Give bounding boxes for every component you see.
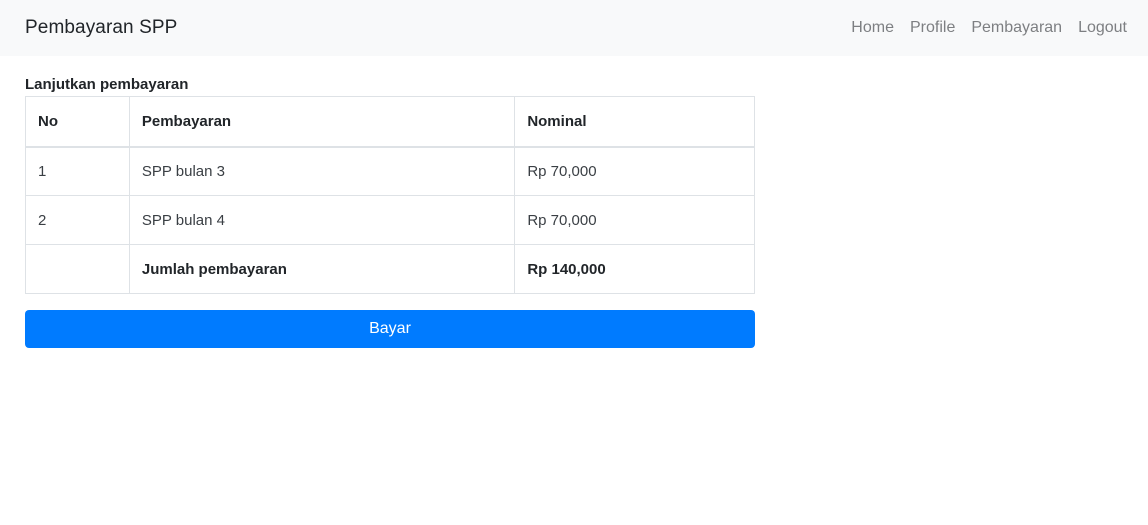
nav-link-profile[interactable]: Profile — [910, 19, 955, 37]
nav-link-home[interactable]: Home — [851, 19, 894, 37]
main-content: Lanjutkan pembayaran No Pembayaran Nomin… — [0, 56, 1148, 348]
cell-nominal: Rp 70,000 — [514, 146, 755, 196]
cell-pembayaran: SPP bulan 4 — [128, 195, 516, 245]
nav-link-pembayaran[interactable]: Pembayaran — [971, 19, 1062, 37]
pay-button[interactable]: Bayar — [25, 310, 755, 348]
cell-total-amount: Rp 140,000 — [514, 244, 755, 294]
cell-nominal: Rp 70,000 — [514, 195, 755, 245]
nav-link-logout[interactable]: Logout — [1078, 19, 1127, 37]
cell-no: 1 — [25, 146, 130, 196]
page-title: Lanjutkan pembayaran — [25, 76, 189, 93]
table-total-row: Jumlah pembayaran Rp 140,000 — [25, 244, 755, 294]
column-header-nominal: Nominal — [514, 96, 755, 148]
payment-table: No Pembayaran Nominal 1 SPP bulan 3 Rp 7… — [25, 96, 755, 294]
navbar: Pembayaran SPP Home Profile Pembayaran L… — [0, 0, 1148, 56]
cell-total-label: Jumlah pembayaran — [128, 244, 516, 294]
cell-total-no — [25, 244, 130, 294]
table-row: 1 SPP bulan 3 Rp 70,000 — [25, 146, 755, 196]
column-header-no: No — [25, 96, 130, 148]
table-header-row: No Pembayaran Nominal — [25, 96, 755, 148]
cell-no: 2 — [25, 195, 130, 245]
column-header-pembayaran: Pembayaran — [128, 96, 516, 148]
navbar-brand[interactable]: Pembayaran SPP — [25, 17, 177, 39]
nav-links: Home Profile Pembayaran Logout — [851, 19, 1127, 37]
cell-pembayaran: SPP bulan 3 — [128, 146, 516, 196]
table-row: 2 SPP bulan 4 Rp 70,000 — [25, 195, 755, 245]
